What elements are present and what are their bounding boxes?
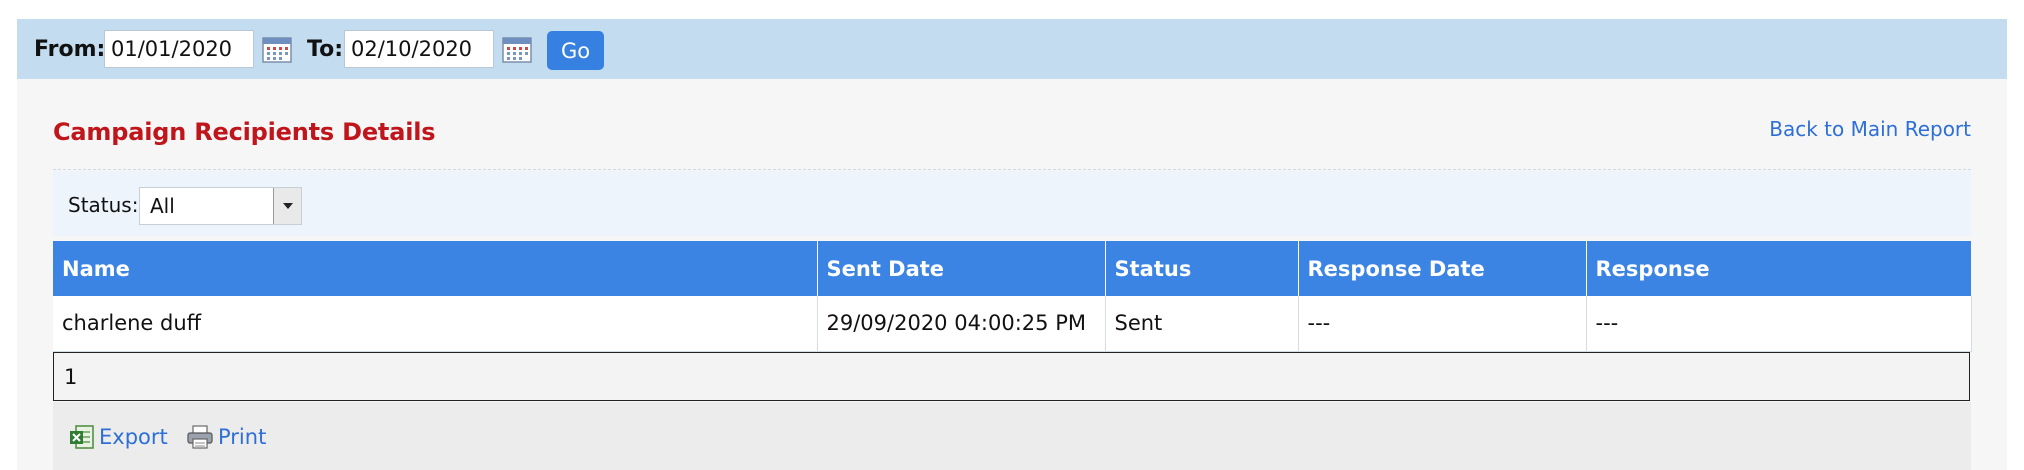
back-to-main-report-link[interactable]: Back to Main Report [1769, 117, 1971, 141]
column-header-response[interactable]: Response [1586, 241, 1971, 296]
status-select[interactable]: All [139, 187, 302, 225]
go-button[interactable]: Go [547, 31, 604, 70]
cell-name: charlene duff [53, 296, 818, 352]
status-filter-row: Status: All [53, 171, 1971, 236]
column-header-status[interactable]: Status [1105, 241, 1299, 296]
export-label: Export [99, 425, 168, 449]
from-date-input[interactable]: 01/01/2020 [104, 30, 254, 68]
calendar-icon[interactable] [502, 35, 532, 63]
pager: 1 [53, 352, 1970, 401]
report-panel: From: 01/01/2020 To: 02/10/2020 Go Campa… [17, 19, 2007, 470]
calendar-icon[interactable] [262, 35, 292, 63]
action-bar: Export Print [53, 402, 1971, 470]
column-header-sent-date[interactable]: Sent Date [817, 241, 1106, 296]
cell-response: --- [1586, 296, 1972, 352]
column-header-name[interactable]: Name [53, 241, 818, 296]
print-button[interactable]: Print [186, 424, 266, 450]
table-header-row: Name Sent Date Status Response Date Resp… [53, 241, 1971, 296]
cell-status: Sent [1105, 296, 1299, 352]
to-date-input[interactable]: 02/10/2020 [344, 30, 494, 68]
from-label: From: [34, 37, 106, 62]
date-filter-bar: From: 01/01/2020 To: 02/10/2020 Go [17, 19, 2007, 79]
export-button[interactable]: Export [69, 424, 168, 450]
recipients-table: Name Sent Date Status Response Date Resp… [53, 241, 1972, 352]
status-select-value: All [150, 194, 175, 218]
excel-icon [70, 425, 94, 449]
print-label: Print [218, 425, 267, 449]
divider [53, 169, 1971, 170]
page-number[interactable]: 1 [64, 365, 77, 389]
cell-response-date: --- [1298, 296, 1587, 352]
chevron-down-icon[interactable] [273, 188, 301, 224]
printer-icon [187, 425, 213, 449]
status-label: Status: [68, 193, 139, 217]
cell-sent-date: 29/09/2020 04:00:25 PM [817, 296, 1106, 352]
to-label: To: [307, 37, 343, 62]
column-header-response-date[interactable]: Response Date [1298, 241, 1587, 296]
page-title: Campaign Recipients Details [53, 118, 436, 146]
table-row: charlene duff 29/09/2020 04:00:25 PM Sen… [53, 296, 1972, 352]
